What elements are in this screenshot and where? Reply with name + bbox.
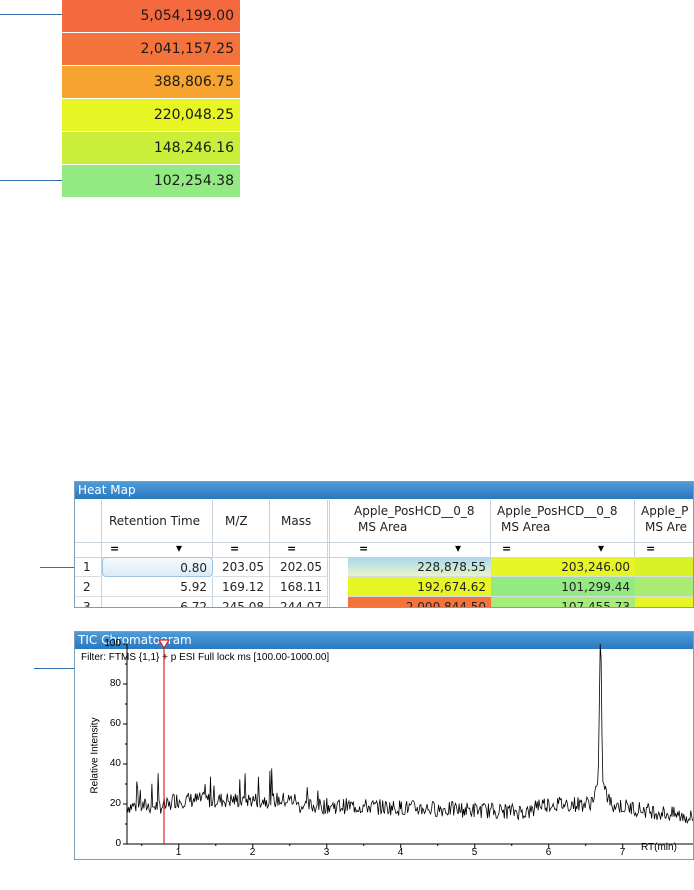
row-number[interactable]: 3 [75, 597, 102, 607]
column-header-line: MS Area [501, 520, 551, 534]
equals-icon: = [110, 542, 120, 555]
column-header-line: Apple_P [641, 504, 689, 518]
cell-mz[interactable]: 169.12 [213, 577, 270, 597]
column-header-retention-time[interactable]: Retention Time [102, 500, 213, 542]
filter-cell[interactable]: = [635, 542, 693, 557]
filter-cell[interactable]: = ▾ [102, 541, 213, 557]
tic-trace [126, 643, 693, 825]
cell-retention-time[interactable]: 0.80 [102, 557, 213, 577]
cell-mz[interactable]: 203.05 [213, 557, 270, 577]
equals-icon: = [287, 542, 297, 555]
column-header-sample-2[interactable]: Apple_PosHCD__0_8 MS Area [491, 500, 635, 542]
filter-cell[interactable]: = [213, 542, 270, 557]
row-number[interactable]: 1 [75, 557, 102, 577]
cell-retention-time[interactable]: 5.92 [102, 577, 213, 597]
row-header-corner [75, 500, 102, 542]
equals-icon: = [646, 542, 656, 555]
row-number[interactable]: 2 [75, 577, 102, 597]
cell-mass[interactable]: 168.11 [270, 577, 330, 597]
column-header-sample-1[interactable]: Apple_PosHCD__0_8 MS Area [348, 500, 491, 542]
filter-row: = ▾ = = = ▾ = ▾ = [75, 541, 693, 558]
callout-line [0, 14, 62, 15]
cell-sample-2-ms-area[interactable]: 101,299.44 [491, 577, 635, 597]
rt-marker-triangle-icon [157, 639, 171, 650]
chevron-down-icon[interactable]: ▾ [455, 541, 461, 555]
cell-retention-time[interactable]: 6.72 [102, 597, 213, 607]
column-header-sample-3[interactable]: Apple_P MS Are [635, 500, 693, 542]
cell-sample-3-ms-area[interactable] [635, 577, 693, 597]
legend-value: 102,254.38 [62, 165, 240, 197]
cell-sample-2-ms-area[interactable]: 107,455.73 [491, 597, 635, 607]
cell-mass[interactable]: 244.07 [270, 597, 330, 607]
column-header-line: Apple_PosHCD__0_8 [497, 504, 618, 518]
column-header-line: Apple_PosHCD__0_8 [354, 504, 475, 518]
chevron-down-icon[interactable]: ▾ [176, 541, 182, 555]
cell-sample-1-ms-area[interactable]: 2,000,844.50 [348, 597, 491, 607]
column-header-mz[interactable]: M/Z [213, 500, 270, 542]
column-header-mass[interactable]: Mass [270, 500, 330, 542]
cell-mz[interactable]: 245.08 [213, 597, 270, 607]
cell-sample-3-ms-area[interactable] [635, 597, 693, 607]
legend-value: 2,041,157.25 [62, 33, 240, 65]
tic-chromatogram-panel: TIC Chromatogram Filter: FTMS {1,1} + p … [74, 631, 694, 860]
chromatogram-plot[interactable] [75, 632, 693, 859]
cell-sample-2-ms-area[interactable]: 203,246.00 [491, 557, 635, 577]
legend-value: 388,806.75 [62, 66, 240, 98]
panel-title: Heat Map [75, 482, 693, 499]
callout-line [0, 180, 62, 181]
legend-value: 220,048.25 [62, 99, 240, 131]
equals-icon: = [230, 542, 240, 555]
filter-cell[interactable]: = ▾ [491, 541, 635, 557]
legend-value: 5,054,199.00 [62, 0, 240, 32]
chevron-down-icon[interactable]: ▾ [598, 541, 604, 555]
equals-icon: = [502, 542, 512, 555]
column-header-line: MS Area [358, 520, 408, 534]
cell-sample-3-ms-area[interactable] [635, 557, 693, 577]
cell-sample-1-ms-area[interactable]: 228,878.55 [348, 557, 491, 577]
cell-mass[interactable]: 202.05 [270, 557, 330, 577]
legend-value: 148,246.16 [62, 132, 240, 164]
column-header-line: MS Are [645, 520, 688, 534]
cell-sample-1-ms-area[interactable]: 192,674.62 [348, 577, 491, 597]
equals-icon: = [359, 542, 369, 555]
filter-cell[interactable]: = ▾ [348, 541, 491, 557]
heat-map-panel: Heat Map Retention Time M/Z Mass Apple_P… [74, 481, 694, 608]
filter-cell [75, 543, 102, 557]
filter-cell[interactable]: = [270, 542, 330, 557]
